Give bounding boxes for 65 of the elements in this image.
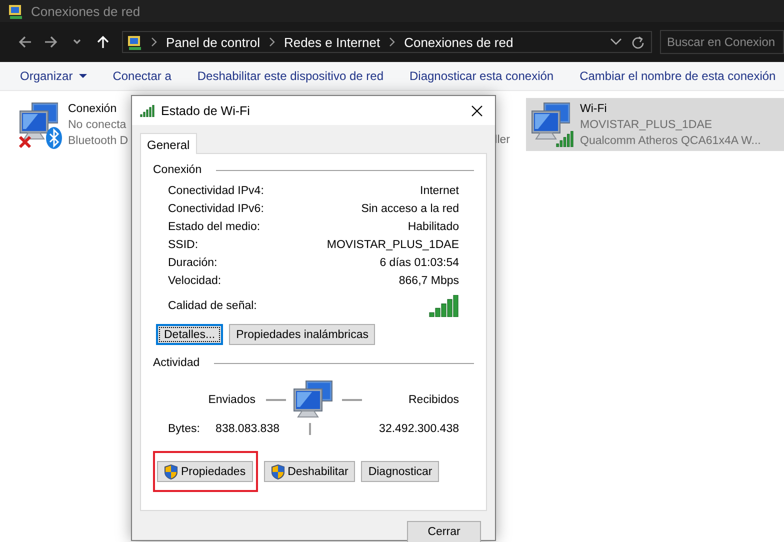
search-field[interactable]: Buscar en Conexion [660,30,784,54]
chevron-icon [150,36,158,48]
caret-icon [78,74,87,78]
dialog-button[interactable]: Diagnosticar [361,461,440,482]
field-value: Habilitado [408,221,459,233]
close-dialog-button[interactable]: Cerrar [407,521,481,542]
adapter-name: Qualcomm Atheros QCA61x4A W... [580,134,761,149]
signal-quality-icon [429,295,459,317]
group-heading: Conexión [153,164,202,176]
field-label: Conectividad IPv6: [168,203,264,215]
field-label: SSID: [168,239,198,251]
back-arrow-icon[interactable] [18,35,32,49]
breadcrumb-link[interactable]: Redes e Internet [284,34,380,50]
adapter-name: Bluetooth D [68,134,128,149]
window-title: Conexiones de red [31,4,140,18]
connection-name: Conexión [68,102,118,117]
breadcrumb-link[interactable]: Conexiones de red [404,34,514,50]
signal-icon [556,131,574,147]
field-label: Duración: [168,257,218,269]
sent-bytes: 838.083.838 [216,423,280,435]
field-label: Estado del medio: [168,221,260,233]
chevron-icon [268,36,276,48]
group-heading: Actividad [153,357,200,369]
dialog-button[interactable]: Propiedades [157,461,253,482]
received-bytes: 32.492.300.438 [378,423,459,435]
sent-label: Enviados [208,394,256,406]
bluetooth-icon [46,127,62,149]
command-button[interactable]: Cambiar el nombre de esta conexión [580,69,776,83]
command-button[interactable]: Diagnosticar esta conexión [410,69,554,83]
connection-status: MOVISTAR_PLUS_1DAE [580,118,714,133]
command-button[interactable]: Deshabilitar este dispositivo de red [197,69,384,83]
tab[interactable]: General [140,133,197,154]
connection-name: Wi-Fi [580,102,608,117]
connection-item[interactable]: Wi-Fi MOVISTAR_PLUS_1DAE Qualcomm Atheros QCA61x4A W... [526,98,784,151]
breadcrumb-link[interactable]: Panel de control [166,34,260,50]
field-value: Internet [420,185,459,197]
field-label: Calidad de señal: [168,300,257,312]
control-panel-icon [127,34,142,50]
computers-icon [530,101,570,141]
connection-status: No conecta [68,118,128,133]
field-value: 866,7 Mbps [398,275,459,287]
field-value: 6 días 01:03:54 [380,257,459,269]
dialog-title: Estado de Wi-Fi [161,104,250,118]
dialog-button[interactable]: Deshabilitar [264,461,356,482]
field-label: Velocidad: [168,275,222,287]
close-icon [471,104,483,116]
dialog-button[interactable]: Detalles... [156,324,224,345]
field-value: MOVISTAR_PLUS_1DAE [326,239,459,251]
forward-arrow-icon[interactable] [44,35,58,49]
received-label: Recibidos [408,394,459,406]
signal-icon [140,104,155,116]
network-folder-icon [8,4,23,18]
field-label: Conectividad IPv4: [168,185,264,197]
computers-icon [18,101,58,141]
chevron-icon [388,36,396,48]
bytes-label: Bytes: [168,423,200,435]
address-bar[interactable]: Panel de control Redes e Internet Conexiones de red [122,31,652,53]
command-button[interactable]: Conectar a [112,69,172,83]
up-arrow-icon[interactable] [96,35,110,49]
connection-item[interactable]: Conexión No conecta Bluetooth D [14,98,127,151]
command-button[interactable]: Organizar [20,69,87,83]
field-value: Sin acceso a la red [361,203,459,215]
cross-icon [18,135,32,149]
dialog-button[interactable]: Propiedades inalámbricas [229,324,376,345]
refresh-icon [631,35,645,49]
